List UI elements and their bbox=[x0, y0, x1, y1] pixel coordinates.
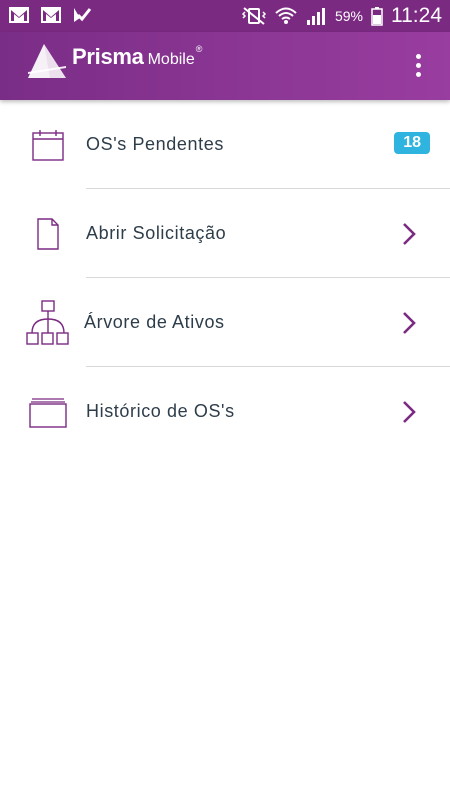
chevron-right-icon bbox=[403, 401, 416, 423]
menu-item-label: OS's Pendentes bbox=[86, 134, 224, 154]
gmail-icon bbox=[41, 7, 61, 23]
overflow-menu-button[interactable] bbox=[410, 50, 426, 84]
main-menu-list: OS's Pendentes 18 Abrir Solicitação Árvo… bbox=[0, 100, 450, 456]
chevron-right-icon bbox=[403, 312, 416, 334]
task-check-icon bbox=[74, 8, 92, 22]
wifi-icon bbox=[275, 7, 297, 24]
app-bar: Prisma Mobile® bbox=[0, 32, 450, 100]
menu-item-abrir-solicitacao[interactable]: Abrir Solicitação bbox=[0, 189, 450, 278]
system-status: 59% 11:24 bbox=[241, 4, 442, 28]
logo-registered: ® bbox=[195, 44, 203, 54]
menu-item-historico-de-os[interactable]: Histórico de OS's bbox=[0, 367, 450, 456]
prisma-logo-icon bbox=[28, 44, 66, 78]
folder-history-icon bbox=[24, 388, 72, 436]
prisma-mobile-logo: Prisma Mobile® bbox=[26, 42, 202, 80]
status-bar: 59% 11:24 bbox=[0, 0, 450, 32]
battery-icon bbox=[371, 7, 383, 26]
gmail-icon bbox=[9, 7, 29, 23]
logo-product: Mobile bbox=[147, 51, 195, 68]
chevron-right-icon bbox=[403, 223, 416, 245]
menu-item-os-pendentes[interactable]: OS's Pendentes 18 bbox=[0, 100, 450, 189]
notification-icons bbox=[8, 6, 92, 24]
menu-item-label: Árvore de Ativos bbox=[84, 312, 225, 332]
vibrate-mute-icon bbox=[241, 7, 267, 25]
document-icon bbox=[24, 210, 72, 258]
menu-item-arvore-de-ativos[interactable]: Árvore de Ativos bbox=[0, 278, 450, 367]
pending-count-badge: 18 bbox=[394, 132, 430, 154]
logo-brand: Prisma bbox=[72, 44, 144, 69]
menu-item-label: Abrir Solicitação bbox=[86, 223, 227, 243]
asset-tree-icon bbox=[24, 299, 72, 347]
battery-percent: 59% bbox=[334, 8, 363, 24]
calendar-icon bbox=[24, 121, 72, 169]
menu-item-label: Histórico de OS's bbox=[86, 401, 235, 421]
signal-icon bbox=[306, 8, 325, 25]
clock: 11:24 bbox=[391, 4, 442, 27]
